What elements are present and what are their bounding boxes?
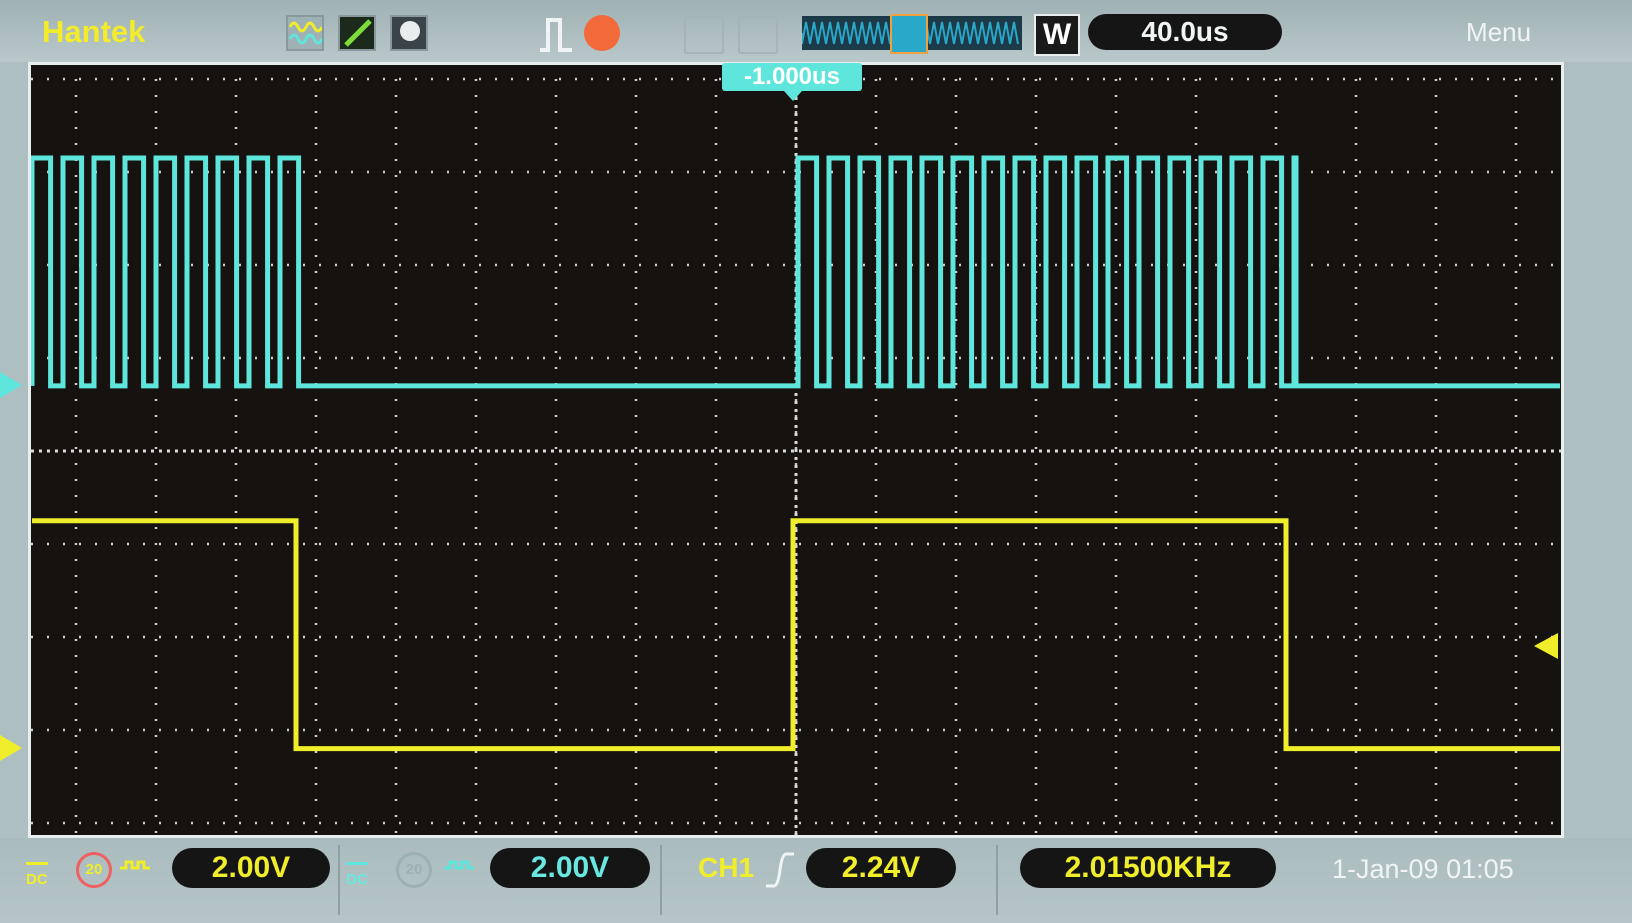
view-window-marker[interactable]: [890, 14, 928, 54]
single-trigger-icon[interactable]: [536, 14, 580, 59]
ch2-ground-marker[interactable]: [0, 372, 22, 398]
timebase-display[interactable]: 40.0us: [1088, 14, 1282, 50]
cursor-icon[interactable]: [338, 15, 376, 51]
ch1-ground-marker[interactable]: [0, 735, 22, 761]
waveform-plot: [29, 65, 1561, 835]
trigger-level-marker[interactable]: [1534, 633, 1558, 659]
ch2-bw-limit[interactable]: 20: [396, 852, 432, 888]
rising-edge-icon[interactable]: [762, 850, 798, 895]
trigger-position-label[interactable]: -1.000us: [722, 63, 862, 91]
menu-button[interactable]: Menu: [1466, 17, 1531, 48]
record-icon[interactable]: [584, 15, 620, 51]
ch1-waveform-icon: [118, 858, 158, 893]
window-zoom-button[interactable]: W: [1034, 14, 1080, 56]
ch2-coupling[interactable]: DC: [346, 862, 368, 888]
memory-overview-bar[interactable]: [801, 14, 1022, 54]
screenshot-icon[interactable]: [390, 15, 428, 51]
frequency-counter: 2.01500KHz: [1020, 848, 1276, 888]
trigger-source[interactable]: CH1: [698, 852, 754, 884]
print-icon[interactable]: [738, 16, 778, 54]
save-icon[interactable]: [684, 16, 724, 54]
datetime: 1-Jan-09 01:05: [1332, 854, 1514, 884]
ch1-coupling[interactable]: DC: [26, 862, 48, 888]
brand-logo: Hantek: [42, 14, 146, 49]
ch2-volts-div[interactable]: 2.00V: [490, 848, 650, 888]
display-icon[interactable]: [286, 15, 324, 51]
ch1-volts-div[interactable]: 2.00V: [172, 848, 330, 888]
ch2-waveform: [29, 155, 1560, 389]
trigger-position-marker[interactable]: [784, 91, 802, 101]
top-toolbar: Hantek W 40.0us Menu: [0, 0, 1632, 62]
ch2-waveform-icon: [442, 858, 482, 893]
trigger-level[interactable]: 2.24V: [806, 848, 956, 888]
ch1-bw-limit[interactable]: 20: [76, 852, 112, 888]
waveform-display[interactable]: [28, 62, 1564, 838]
status-bar: DC 20 2.00V DC 20 2.00V CH1 2.24V 2.0150…: [0, 838, 1632, 923]
